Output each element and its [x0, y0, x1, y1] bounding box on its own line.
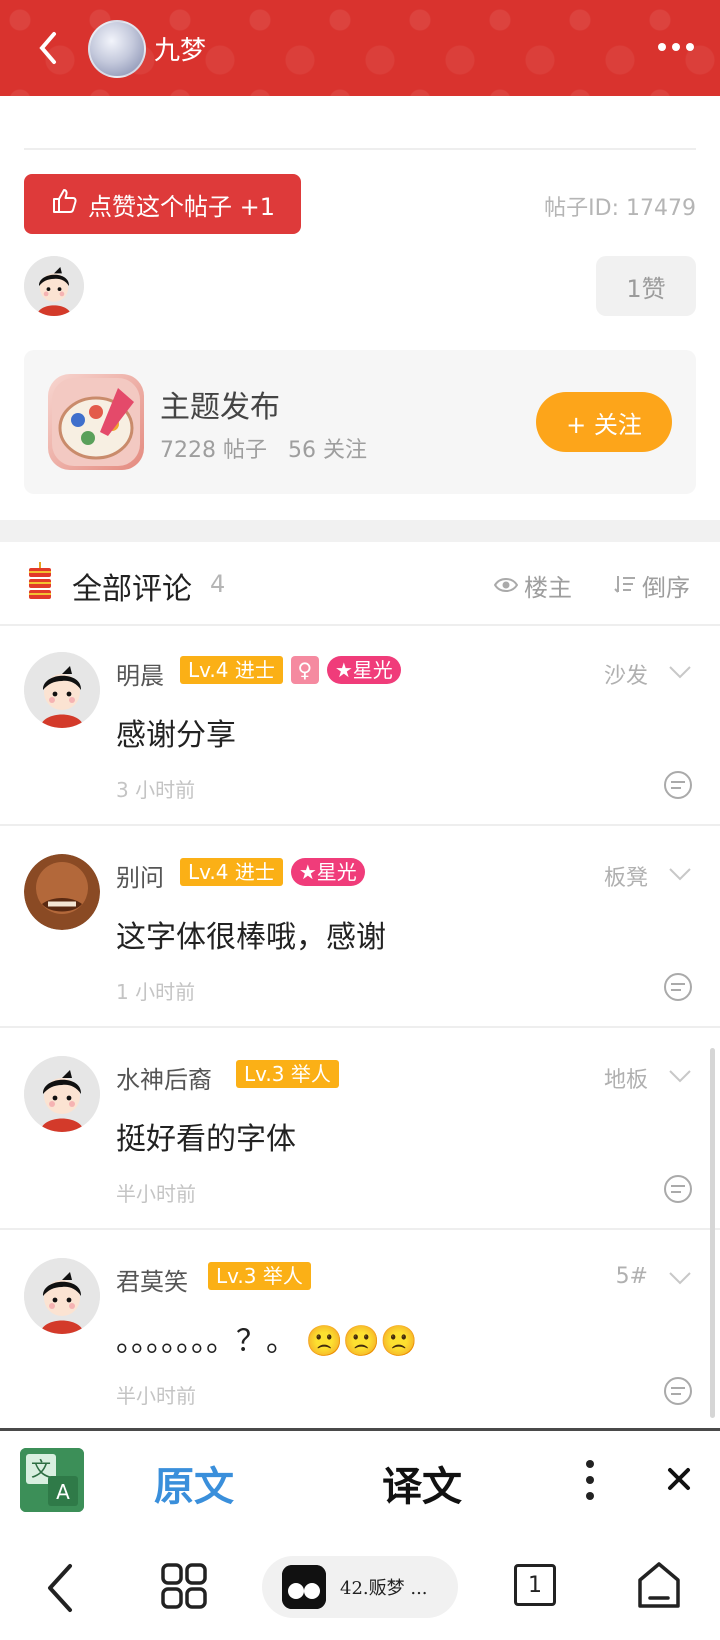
owner-only-filter[interactable]: 楼主: [493, 568, 572, 603]
reverse-order-filter[interactable]: 倒序: [614, 568, 690, 603]
like-post-button[interactable]: 点赞这个帖子 +1: [24, 174, 301, 234]
tab-label: 42.贩梦 ...: [340, 1578, 428, 1599]
level-badge: Lv.3 举人: [208, 1262, 311, 1290]
apps-grid-icon[interactable]: [160, 1562, 208, 1610]
close-icon[interactable]: [664, 1464, 694, 1494]
order-filter-label: 倒序: [642, 574, 690, 602]
reply-icon[interactable]: [662, 1174, 694, 1206]
svg-text:A: A: [56, 1480, 70, 1504]
user-badges: Lv.3 举人: [208, 1262, 311, 1290]
chevron-down-icon[interactable]: [668, 1270, 692, 1285]
topic-stats: 7228 帖子 56 关注: [160, 438, 367, 463]
home-icon[interactable]: [636, 1560, 682, 1610]
more-vertical-icon[interactable]: [582, 1456, 598, 1504]
gender-badge: ♀: [290, 656, 319, 684]
commenter-avatar[interactable]: [24, 652, 100, 728]
back-icon[interactable]: [42, 1562, 82, 1614]
floor-label: 板凳: [603, 866, 648, 891]
comment-time: 1 小时前: [116, 980, 196, 1004]
comment-text: 感谢分享: [116, 718, 236, 753]
sort-icon: [614, 572, 636, 600]
comment-time: 3 小时前: [116, 778, 196, 802]
author-name[interactable]: 九梦: [154, 30, 206, 67]
author-avatar[interactable]: [88, 20, 146, 78]
reply-icon[interactable]: [662, 972, 694, 1004]
topic-icon: [48, 374, 144, 470]
like-button-label: 点赞这个帖子 +1: [87, 192, 275, 221]
translated-text-tab[interactable]: 译文: [382, 1454, 462, 1512]
level-badge: Lv.3 举人: [236, 1060, 339, 1088]
comment-text: 挺好看的字体: [116, 1122, 296, 1157]
comment-item[interactable]: 水神后裔 Lv.3 举人 地板 挺好看的字体 半小时前: [0, 1030, 720, 1230]
floor-label: 地板: [603, 1068, 648, 1093]
user-badges: Lv.4 进士 ♀ ★星光: [180, 656, 401, 684]
comment-text: 。。。。。。。？。 🙁🙁🙁: [116, 1324, 418, 1359]
chevron-down-icon[interactable]: [668, 664, 692, 679]
divider: [0, 824, 720, 826]
tab-count-button[interactable]: 1: [514, 1564, 556, 1606]
follow-button[interactable]: + 关注: [536, 392, 672, 452]
topic-name: 主题发布: [160, 390, 280, 425]
comment-item[interactable]: 君莫笑 Lv.3 举人 5# 。。。。。。。？。 🙁🙁🙁 半小时前: [0, 1232, 720, 1426]
comment-time: 半小时前: [116, 1182, 196, 1206]
commenter-name[interactable]: 明晨: [116, 656, 164, 691]
section-separator: [0, 520, 720, 542]
user-badges: Lv.4 进士 ★星光: [180, 858, 365, 886]
chevron-down-icon[interactable]: [668, 1068, 692, 1083]
like-count-badge[interactable]: 1赞: [596, 256, 696, 316]
level-badge: Lv.4 进士: [180, 656, 283, 684]
reply-icon[interactable]: [662, 770, 694, 802]
comment-item[interactable]: 明晨 Lv.4 进士 ♀ ★星光 沙发 感谢分享 3 小时前: [0, 626, 720, 826]
liker-avatar[interactable]: [24, 256, 84, 316]
divider: [24, 148, 696, 150]
floor-label: 沙发: [603, 664, 648, 689]
scrollbar[interactable]: [710, 1048, 715, 1418]
firecracker-icon: [22, 560, 58, 604]
commenter-name[interactable]: 水神后裔: [116, 1060, 212, 1095]
comments-title: 全部评论: [72, 572, 192, 607]
commenter-name[interactable]: 君莫笑: [116, 1262, 188, 1297]
back-arrow-icon[interactable]: [30, 28, 70, 68]
star-badge: ★星光: [290, 858, 365, 886]
comment-time: 半小时前: [116, 1384, 196, 1408]
commenter-avatar[interactable]: [24, 1056, 100, 1132]
user-badges: Lv.3 举人: [236, 1060, 339, 1088]
level-badge: Lv.4 进士: [180, 858, 283, 886]
comments-count: 4: [210, 570, 226, 598]
translate-icon[interactable]: 文 A: [20, 1448, 84, 1512]
chevron-down-icon[interactable]: [668, 866, 692, 881]
translate-bar: [0, 1428, 720, 1535]
owner-filter-label: 楼主: [524, 574, 572, 602]
commenter-name[interactable]: 别问: [116, 858, 164, 893]
more-icon[interactable]: [656, 30, 696, 64]
commenter-avatar[interactable]: [24, 1258, 100, 1334]
current-tab-pill[interactable]: 42.贩梦 ...: [262, 1556, 458, 1618]
comment-item[interactable]: 别问 Lv.4 进士 ★星光 板凳 这字体很棒哦，感谢 1 小时前: [0, 828, 720, 1028]
eye-icon: [493, 572, 519, 600]
commenter-avatar[interactable]: [24, 854, 100, 930]
comment-text: 这字体很棒哦，感谢: [116, 920, 386, 955]
star-badge: ★星光: [326, 656, 401, 684]
svg-text:文: 文: [31, 1457, 51, 1481]
original-text-tab[interactable]: 原文: [154, 1454, 234, 1512]
tab-thumbnail: [282, 1565, 326, 1609]
floor-label: 5#: [615, 1264, 648, 1289]
post-id: 帖子ID: 17479: [544, 196, 696, 221]
divider: [0, 1026, 720, 1028]
divider: [0, 1228, 720, 1230]
thumb-up-icon: [50, 187, 78, 221]
reply-icon[interactable]: [662, 1376, 694, 1408]
